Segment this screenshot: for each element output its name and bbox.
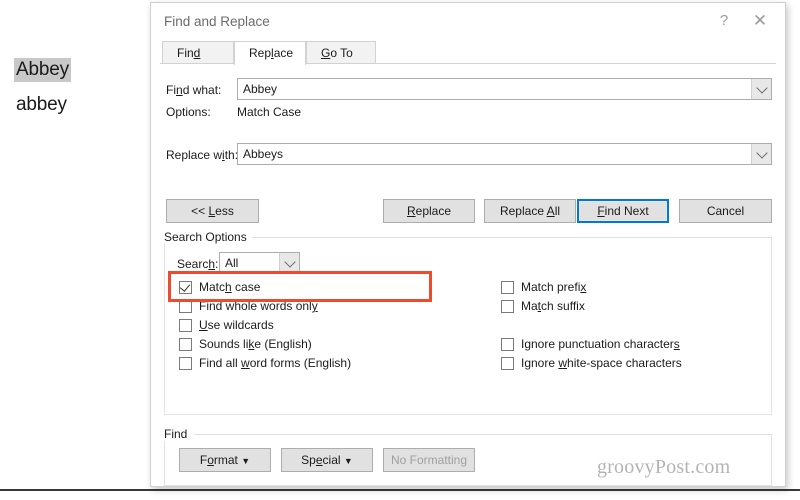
find-and-replace-dialog: Find and Replace ? ✕ Find Replace Go To … <box>150 2 786 487</box>
cancel-button[interactable]: Cancel <box>679 199 772 223</box>
checkbox-box <box>179 357 192 370</box>
dialog-body: Find what: Abbey Options: Match Case Rep… <box>151 64 785 486</box>
tab-find[interactable]: Find <box>162 41 234 64</box>
check-icon <box>179 281 191 292</box>
checkbox-label: Match suffix <box>521 299 585 313</box>
replace-with-value: Abbeys <box>243 147 284 161</box>
dialog-titlebar: Find and Replace ? ✕ <box>151 3 785 41</box>
dialog-title: Find and Replace <box>164 14 270 29</box>
dialog-tabs: Find Replace Go To <box>151 41 785 65</box>
special-button[interactable]: Special ▼ <box>281 448 373 472</box>
options-label: Options: <box>166 105 211 119</box>
find-what-dropdown-arrow[interactable] <box>751 79 771 99</box>
search-label: Search: <box>177 257 219 271</box>
watermark: groovyPost.com <box>597 456 731 478</box>
checkbox-label: Match case <box>199 280 261 294</box>
search-options-group-label: Search Options <box>164 230 252 244</box>
find-what-value: Abbey <box>243 82 278 96</box>
close-icon[interactable]: ✕ <box>747 9 773 33</box>
help-icon[interactable]: ? <box>711 9 737 33</box>
screen: Abbey abbey Find and Replace ? ✕ Find Re… <box>0 0 800 500</box>
replace-with-combobox[interactable]: Abbeys <box>237 143 772 165</box>
checkbox-box <box>179 300 192 313</box>
format-button[interactable]: Format ▼ <box>179 448 271 472</box>
replace-all-button[interactable]: Replace All <box>484 199 576 223</box>
less-button[interactable]: << Less <box>166 199 259 223</box>
tab-replace[interactable]: Replace <box>234 41 306 65</box>
checkbox-label: Find all word forms (English) <box>199 356 352 370</box>
checkbox-label: Ignore punctuation characters <box>521 337 680 351</box>
checkbox-box <box>179 319 192 332</box>
checkbox-label: Find whole words only <box>199 299 318 313</box>
checkbox-label: Ignore white-space characters <box>521 356 682 370</box>
checkbox-label: Sounds like (English) <box>199 337 312 351</box>
document-word: abbey <box>16 94 67 115</box>
no-formatting-button: No Formatting <box>383 448 475 472</box>
search-scope-combobox[interactable]: All <box>219 252 300 274</box>
search-scope-value: All <box>225 256 239 270</box>
document-selected-word: Abbey <box>14 58 71 82</box>
checkbox-box <box>501 357 514 370</box>
options-value: Match Case <box>237 105 302 119</box>
checkbox-label: Use wildcards <box>199 318 274 332</box>
find-what-label: Find what: <box>166 83 222 97</box>
chevron-down-icon <box>755 147 768 159</box>
document-bottom-rule <box>0 489 800 491</box>
replace-with-label: Replace with: <box>166 148 239 162</box>
replace-button[interactable]: Replace <box>383 199 475 223</box>
checkbox-label: Match prefix <box>521 280 587 294</box>
find-group-label: Find <box>164 427 193 441</box>
checkbox-box <box>179 338 192 351</box>
find-what-combobox[interactable]: Abbey <box>237 78 772 100</box>
chevron-down-icon <box>755 82 768 94</box>
search-scope-dropdown-arrow[interactable] <box>279 253 299 273</box>
checkbox-box <box>501 281 514 294</box>
checkbox-box <box>501 338 514 351</box>
find-next-button[interactable]: Find Next <box>577 199 669 223</box>
tab-go-to[interactable]: Go To <box>306 41 376 64</box>
checkbox-box <box>179 281 192 294</box>
chevron-down-icon <box>283 256 296 268</box>
replace-with-dropdown-arrow[interactable] <box>751 144 771 164</box>
checkbox-box <box>501 300 514 313</box>
